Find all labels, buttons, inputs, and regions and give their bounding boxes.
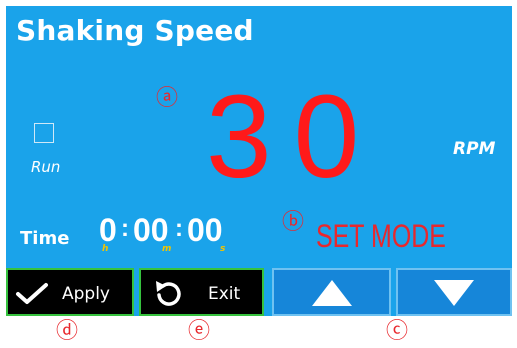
time-seconds-unit: s [220, 244, 226, 254]
time-seconds[interactable]: 00 [187, 212, 223, 249]
increase-button[interactable] [272, 268, 391, 316]
mode-status-text: SET MODE [316, 218, 446, 254]
time-hours-unit: h [102, 244, 109, 254]
exit-button[interactable]: Exit [139, 268, 264, 316]
speed-value-display[interactable]: 30 [206, 78, 381, 196]
callout-e: ⓔ [188, 319, 211, 344]
apply-button-label: Apply [62, 284, 110, 304]
callout-d: ⓓ [56, 319, 79, 344]
triangle-down-icon [434, 280, 474, 306]
page-title: Shaking Speed [16, 14, 254, 47]
run-checkbox[interactable] [34, 123, 54, 143]
touch-screen-panel: Shaking Speed Run ⓐ 30 RPM Time 0 : 00 :… [6, 6, 512, 316]
triangle-up-icon [312, 280, 352, 306]
marker-a: ⓐ [156, 86, 179, 111]
check-icon [16, 283, 48, 304]
time-colon: : [121, 215, 129, 242]
undo-arrow-icon [156, 281, 181, 306]
time-minutes-unit: m [162, 244, 172, 254]
decrease-button[interactable] [396, 268, 512, 316]
speed-unit-label: RPM [453, 139, 496, 159]
time-label: Time [20, 228, 70, 249]
time-colon: : [175, 215, 183, 242]
callout-c: ⓒ [386, 319, 409, 344]
marker-b: ⓑ [282, 210, 305, 235]
exit-button-label: Exit [208, 284, 241, 304]
apply-button[interactable]: Apply [6, 268, 134, 316]
run-label: Run [31, 158, 61, 176]
